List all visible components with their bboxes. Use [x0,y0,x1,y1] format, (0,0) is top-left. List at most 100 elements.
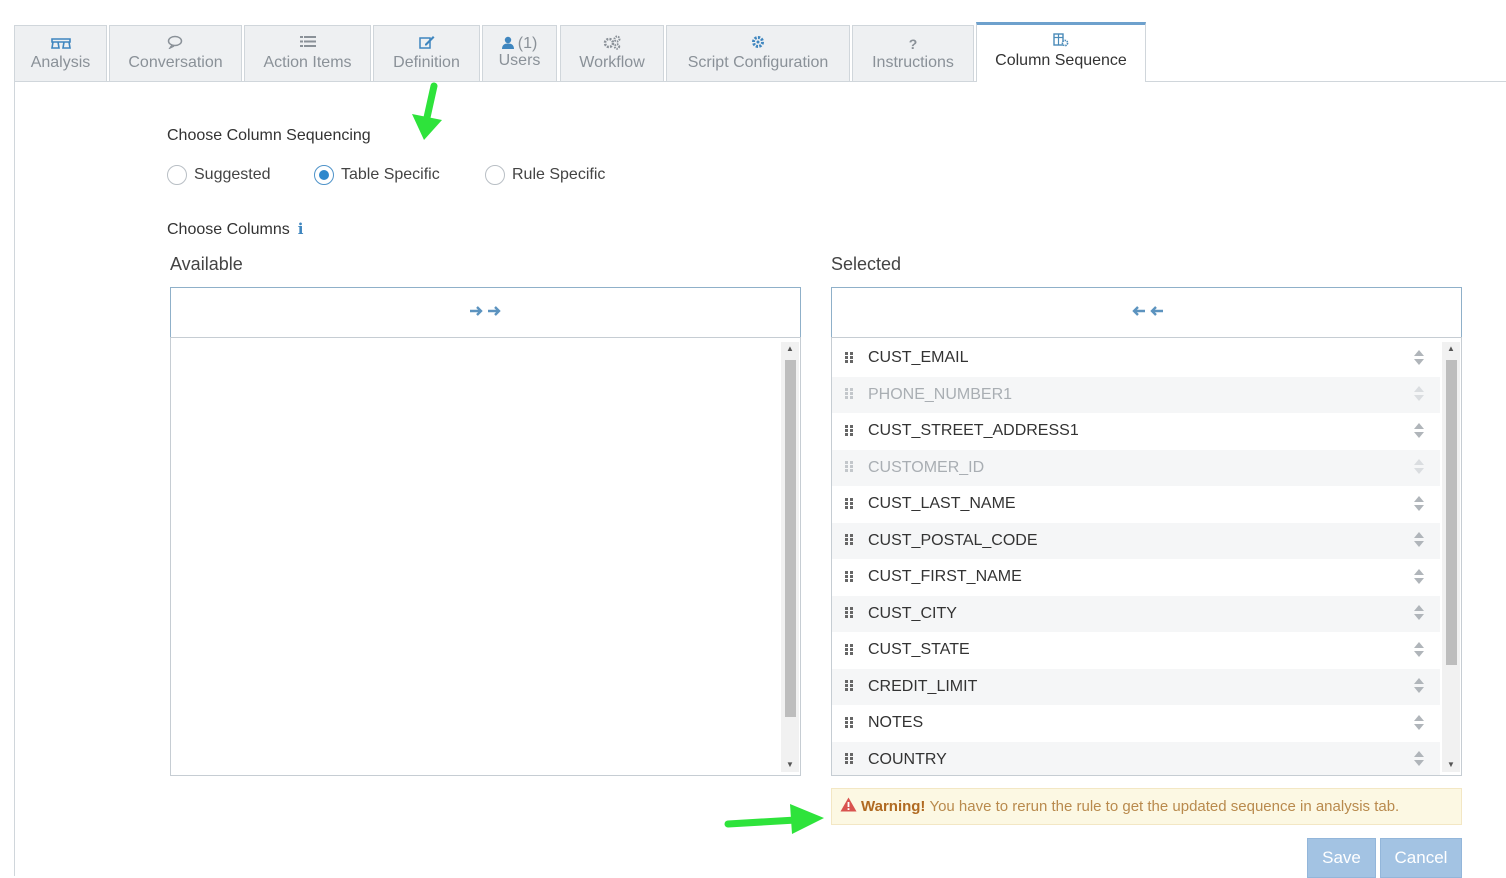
double-arrow-left-icon [1130,302,1164,323]
selected-list[interactable]: CUST_EMAIL PHONE_NUMBER1 CUST_STREET_ADDRE… [831,337,1462,776]
list-item[interactable]: CUST_FIRST_NAME [832,559,1440,596]
radio-suggested[interactable]: Suggested [167,163,271,187]
sort-updown-icon[interactable] [1412,641,1426,659]
list-item[interactable]: NOTES [832,705,1440,742]
tab-conversation[interactable]: Conversation [109,25,242,81]
radio-suggested-circle[interactable] [167,165,187,185]
tab-instructions-label: Instructions [872,54,954,71]
available-scrollbar[interactable]: ▲ ▼ [781,342,799,772]
available-scroll-thumb[interactable] [785,360,796,717]
sort-updown-icon[interactable] [1412,751,1426,768]
drag-handle-icon[interactable] [845,680,855,693]
move-all-right-button[interactable] [170,287,801,338]
radio-table-specific-circle[interactable] [314,165,334,185]
radio-rule-specific-label: Rule Specific [512,166,606,183]
sequencing-heading: Choose Column Sequencing [167,127,371,144]
content-left-border [14,81,15,876]
list-item[interactable]: CUST_LAST_NAME [832,486,1440,523]
list-item[interactable]: CREDIT_LIMIT [832,668,1440,705]
list-item[interactable]: CUST_CITY [832,595,1440,632]
sort-updown-icon[interactable] [1412,349,1426,367]
info-icon[interactable]: i [298,220,304,238]
sort-updown-icon[interactable] [1412,422,1426,440]
warning-message: You have to rerun the rule to get the up… [929,798,1400,815]
list-item[interactable]: CUSTOMER_ID [832,449,1440,486]
drag-handle-icon[interactable] [845,534,855,547]
selected-scroll-thumb[interactable] [1446,360,1457,665]
warning-alert: Warning! You have to rerun the rule to g… [831,788,1462,825]
drag-handle-icon[interactable] [845,570,855,584]
sort-updown-icon[interactable] [1412,532,1426,549]
drag-handle-icon[interactable] [845,388,855,401]
gear-icon [667,35,849,53]
radio-rule-specific[interactable]: Rule Specific [485,163,605,187]
drag-handle-icon[interactable] [845,461,855,474]
cogs-icon [561,35,663,53]
tab-analysis[interactable]: Analysis [14,25,107,81]
drag-handle-icon[interactable] [845,351,855,365]
double-arrow-right-icon [469,302,503,323]
edit-icon [374,35,479,53]
drag-handle-icon[interactable] [845,753,855,766]
list-item[interactable]: CUST_EMAIL [832,340,1440,377]
warning-title: Warning! [861,798,926,815]
tab-script-configuration-label: Script Configuration [687,54,829,71]
list-item[interactable]: COUNTRY [832,741,1440,775]
tab-analysis-label: Analysis [30,54,91,71]
selected-label: Selected [831,254,902,274]
sort-updown-icon[interactable] [1412,495,1426,513]
sort-updown-icon[interactable] [1412,605,1426,622]
list-item-label: CUST_STATE [868,641,970,659]
radio-rule-specific-circle[interactable] [485,165,505,185]
sort-updown-icon[interactable] [1412,459,1426,476]
list-item-label: CUST_POSTAL_CODE [868,531,1038,549]
scroll-down-arrow-icon[interactable]: ▼ [1442,758,1460,772]
choose-columns-label: Choose Columns [167,221,290,238]
drag-handle-icon[interactable] [845,716,855,730]
list-item[interactable]: CUST_POSTAL_CODE [832,522,1440,559]
annotation-arrow-icon [412,82,442,140]
drag-handle-icon[interactable] [845,497,855,511]
sort-updown-icon[interactable] [1412,678,1426,695]
list-item-label: CUST_LAST_NAME [868,495,1016,513]
sort-updown-icon[interactable] [1412,568,1426,586]
sort-updown-icon[interactable] [1412,386,1426,403]
radio-table-specific[interactable]: Table Specific [314,163,440,187]
user-icon [501,36,514,49]
scroll-down-arrow-icon[interactable]: ▼ [781,758,799,772]
annotation-arrow-icon [724,804,824,834]
binoculars-icon [15,35,106,53]
question-icon: ? [908,36,918,52]
tab-workflow[interactable]: Workflow [560,25,664,81]
drag-handle-icon[interactable] [845,643,855,657]
list-item-label: PHONE_NUMBER1 [868,385,1013,403]
column-settings-icon [977,33,1145,51]
tab-workflow-label: Workflow [579,54,645,71]
tab-column-sequence[interactable]: Column Sequence [976,22,1146,82]
tab-conversation-label: Conversation [128,54,223,71]
selected-scrollbar[interactable]: ▲ ▼ [1442,342,1460,772]
scroll-up-arrow-icon[interactable]: ▲ [1442,342,1460,356]
tab-users[interactable]: (1) Users [482,25,557,81]
drag-handle-icon[interactable] [845,424,855,438]
save-button[interactable]: Save [1307,838,1376,878]
available-list[interactable]: ▲ ▼ [170,337,801,776]
list-item[interactable]: PHONE_NUMBER1 [832,376,1440,413]
list-item-label: NOTES [868,714,924,732]
choose-columns-heading: Choose Columns i [167,220,303,239]
tab-instructions[interactable]: ? Instructions [852,25,974,81]
drag-handle-icon[interactable] [845,607,855,620]
scroll-up-arrow-icon[interactable]: ▲ [781,342,799,356]
tab-script-configuration[interactable]: Script Configuration [666,25,850,81]
tab-users-label: Users [498,52,541,69]
tab-bar-baseline [14,81,1506,82]
tab-definition[interactable]: Definition [373,25,480,81]
move-all-left-button[interactable] [831,287,1462,338]
available-label: Available [170,254,243,274]
list-item-label: CUST_EMAIL [868,349,969,367]
cancel-button[interactable]: Cancel [1380,838,1462,878]
sort-updown-icon[interactable] [1412,714,1426,732]
list-item[interactable]: CUST_STATE [832,632,1440,669]
tab-action-items[interactable]: Action Items [244,25,371,81]
list-item[interactable]: CUST_STREET_ADDRESS1 [832,413,1440,450]
